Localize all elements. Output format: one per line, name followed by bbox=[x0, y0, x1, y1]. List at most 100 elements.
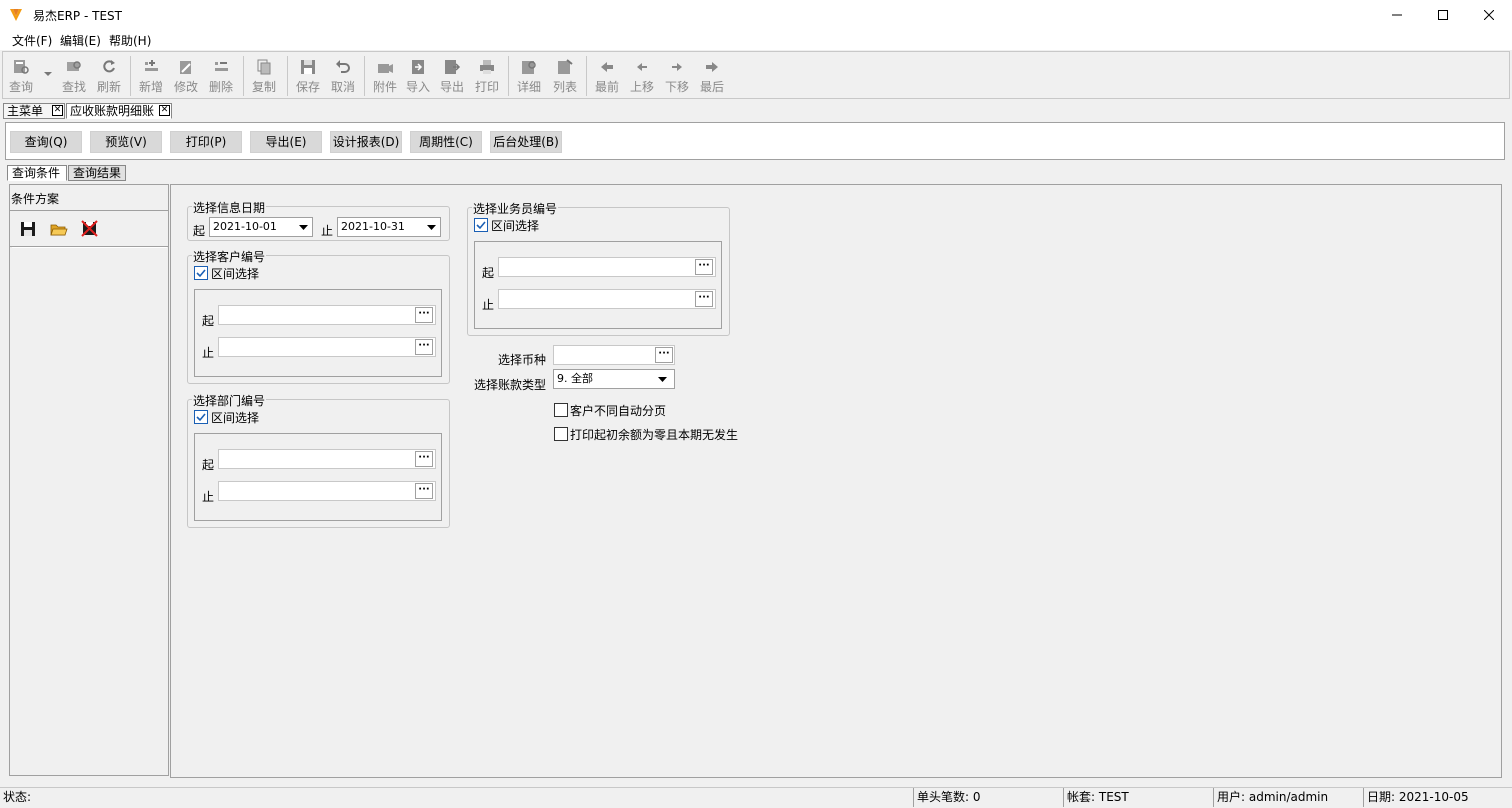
toolbar-refresh-button[interactable]: 刷新 bbox=[92, 56, 126, 98]
detail-icon bbox=[522, 61, 536, 74]
camera-icon bbox=[378, 64, 393, 73]
toolbar-print-button[interactable]: 打印 bbox=[470, 56, 504, 98]
auto-page-checkbox[interactable] bbox=[554, 403, 568, 417]
import-icon bbox=[412, 60, 424, 74]
tab-query-conditions[interactable]: 查询条件 bbox=[7, 165, 67, 181]
tab-receivable-ledger-close-icon[interactable]: ✕ bbox=[159, 105, 170, 116]
toolbar-find-button[interactable]: 查找 bbox=[57, 56, 91, 98]
toolbar-first-button[interactable]: 最前 bbox=[590, 56, 624, 98]
department-range-label: 区间选择 bbox=[211, 411, 260, 425]
print-zero-checkbox[interactable] bbox=[554, 427, 568, 441]
tab-label: 主菜单 bbox=[7, 104, 44, 118]
toolbar-cancel-button[interactable]: 取消 bbox=[326, 56, 360, 98]
query-icon bbox=[14, 60, 29, 74]
currency-lookup-button[interactable]: ··· bbox=[655, 347, 673, 363]
department-to-lookup-button[interactable]: ··· bbox=[415, 483, 433, 499]
delete-scheme-icon[interactable] bbox=[81, 220, 98, 237]
tab-label: 应收账款明细账 bbox=[70, 104, 155, 118]
last-record-icon bbox=[706, 62, 718, 72]
toolbar-add-button[interactable]: 新增 bbox=[134, 56, 168, 98]
department-from-input[interactable] bbox=[218, 449, 436, 469]
save-scheme-icon[interactable] bbox=[20, 221, 36, 237]
salesman-to-input[interactable] bbox=[498, 289, 716, 309]
toolbar-separator bbox=[586, 56, 587, 96]
toolbar-save-button[interactable]: 保存 bbox=[291, 56, 325, 98]
toolbar-delete-button[interactable]: 删除 bbox=[204, 56, 238, 98]
department-from-lookup-button[interactable]: ··· bbox=[415, 451, 433, 467]
copy-icon bbox=[257, 59, 271, 75]
department-to-label: 止 bbox=[202, 490, 215, 504]
toolbar-label: 保存 bbox=[295, 80, 320, 94]
salesman-from-label: 起 bbox=[482, 266, 495, 280]
toolbar-label: 列表 bbox=[552, 80, 577, 94]
toolbar-edit-button[interactable]: 修改 bbox=[169, 56, 203, 98]
find-icon bbox=[67, 61, 81, 71]
customer-to-lookup-button[interactable]: ··· bbox=[415, 339, 433, 355]
menu-bar bbox=[0, 30, 1512, 50]
toolbar-attach-button[interactable]: 附件 bbox=[368, 56, 402, 98]
status-state: 状态: bbox=[3, 790, 32, 804]
salesman-from-input[interactable] bbox=[498, 257, 716, 277]
toolbar-label: 详细 bbox=[516, 80, 541, 94]
salesman-from-lookup-button[interactable]: ··· bbox=[695, 259, 713, 275]
toolbar-last-button[interactable]: 最后 bbox=[695, 56, 729, 98]
chevron-down-icon[interactable] bbox=[424, 219, 439, 235]
maximize-button[interactable] bbox=[1420, 0, 1466, 30]
menu-help[interactable]: 帮助(H) bbox=[109, 32, 151, 49]
department-range-checkbox[interactable] bbox=[194, 410, 208, 424]
date-group-title: 选择信息日期 bbox=[192, 199, 267, 216]
print-zero-label: 打印起初余额为零且本期无发生 bbox=[570, 428, 739, 442]
first-record-icon bbox=[601, 62, 613, 72]
maximize-icon bbox=[1438, 10, 1448, 20]
periodic-button[interactable]: 周期性(C) bbox=[410, 131, 482, 153]
design-report-button[interactable]: 设计报表(D) bbox=[330, 131, 402, 153]
add-row-icon bbox=[145, 60, 158, 71]
customer-from-label: 起 bbox=[202, 314, 215, 328]
app-logo-icon bbox=[10, 9, 22, 21]
toolbar-down-button[interactable]: 下移 bbox=[660, 56, 694, 98]
customer-range-checkbox[interactable] bbox=[194, 266, 208, 280]
tab-receivable-ledger[interactable]: 应收账款明细账 bbox=[66, 103, 172, 119]
customer-to-input[interactable] bbox=[218, 337, 436, 357]
customer-from-input[interactable] bbox=[218, 305, 436, 325]
customer-from-lookup-button[interactable]: ··· bbox=[415, 307, 433, 323]
toolbar-label: 最前 bbox=[594, 80, 619, 94]
tab-query-results[interactable]: 查询结果 bbox=[68, 165, 126, 181]
tab-main-menu-close-icon[interactable]: ✕ bbox=[52, 105, 63, 116]
export-icon bbox=[445, 60, 461, 74]
close-button[interactable] bbox=[1466, 0, 1512, 30]
toolbar-list-button[interactable]: 列表 bbox=[548, 56, 582, 98]
open-folder-icon[interactable] bbox=[50, 222, 68, 237]
prev-record-icon bbox=[637, 63, 647, 71]
menu-file[interactable]: 文件(F) bbox=[12, 32, 52, 49]
toolbar-up-button[interactable]: 上移 bbox=[625, 56, 659, 98]
date-to-label: 止 bbox=[321, 224, 334, 238]
background-process-button[interactable]: 后台处理(B) bbox=[490, 131, 562, 153]
status-date: 日期: 2021-10-05 bbox=[1363, 788, 1512, 807]
toolbar-query-button[interactable]: 查询 bbox=[4, 56, 38, 98]
toolbar-label: 新增 bbox=[138, 80, 163, 94]
chevron-down-icon[interactable] bbox=[655, 371, 670, 387]
scheme-list[interactable] bbox=[12, 247, 167, 775]
export-button[interactable]: 导出(E) bbox=[250, 131, 322, 153]
salesman-range-checkbox[interactable] bbox=[474, 218, 488, 232]
toolbar-export-button[interactable]: 导出 bbox=[435, 56, 469, 98]
salesman-to-lookup-button[interactable]: ··· bbox=[695, 291, 713, 307]
toolbar-detail-button[interactable]: 详细 bbox=[512, 56, 546, 98]
toolbar-import-button[interactable]: 导入 bbox=[401, 56, 435, 98]
toolbar-label: 导出 bbox=[439, 80, 464, 94]
title-bar bbox=[0, 0, 1512, 30]
toolbar-label: 查询 bbox=[8, 80, 33, 94]
print-button[interactable]: 打印(P) bbox=[170, 131, 242, 153]
menu-edit[interactable]: 编辑(E) bbox=[60, 32, 101, 49]
minimize-button[interactable] bbox=[1374, 0, 1420, 30]
department-to-input[interactable] bbox=[218, 481, 436, 501]
query-dropdown-icon[interactable] bbox=[43, 71, 53, 77]
toolbar-copy-button[interactable]: 复制 bbox=[247, 56, 281, 98]
toolbar-label: 打印 bbox=[474, 80, 499, 94]
chevron-down-icon[interactable] bbox=[296, 219, 311, 235]
toolbar-label: 导入 bbox=[405, 80, 430, 94]
customer-range-box bbox=[194, 289, 442, 377]
query-button[interactable]: 查询(Q) bbox=[10, 131, 82, 153]
preview-button[interactable]: 预览(V) bbox=[90, 131, 162, 153]
